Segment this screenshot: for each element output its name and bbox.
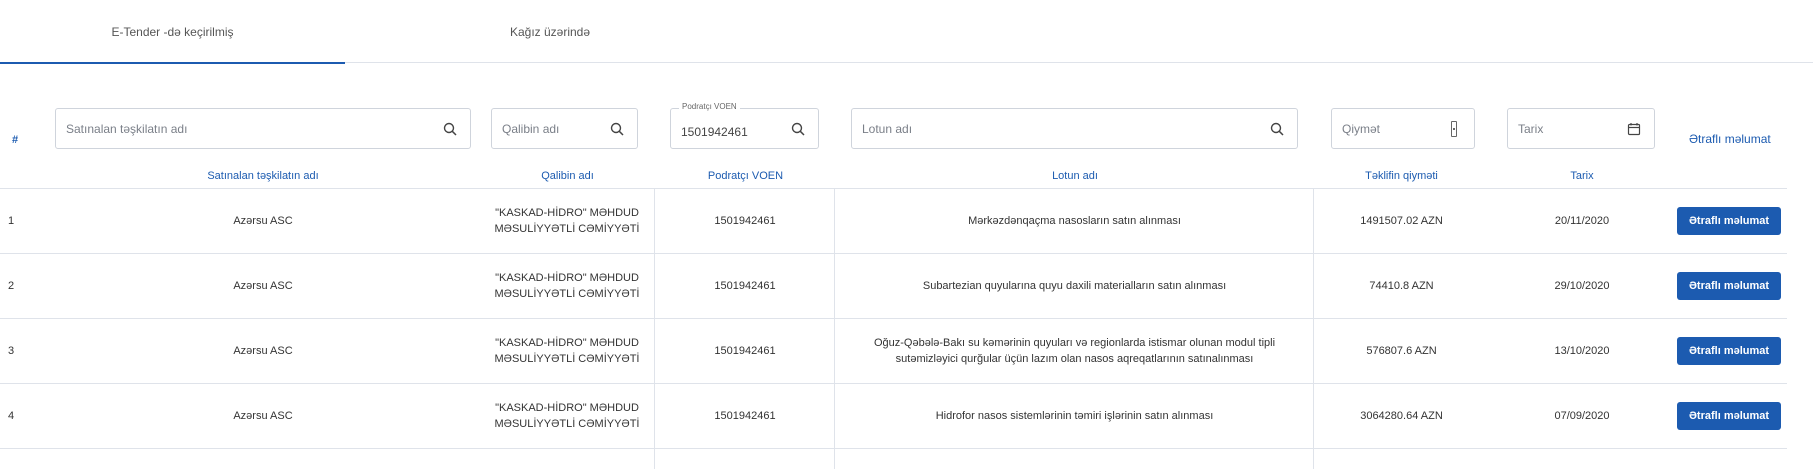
org-name: Azərsu ASC — [233, 410, 293, 422]
row-divider — [480, 449, 655, 469]
lot-search-input[interactable] — [862, 109, 1263, 148]
offer-price: 3064280.64 AZN — [1360, 410, 1443, 422]
table-row — [0, 449, 1787, 469]
table-row: 4 Azərsu ASC "KASKAD-HİDRO" MƏHDUD MƏSUL… — [0, 384, 1787, 449]
table-row: 1 Azərsu ASC "KASKAD-HİDRO" MƏHDUD MƏSUL… — [0, 189, 1787, 254]
price-filter — [1331, 108, 1475, 149]
lot-name: Oğuz-Qəbələ-Bakı su kəmərinin quyuları v… — [836, 319, 1314, 383]
date: 20/11/2020 — [1554, 215, 1610, 227]
date: 13/10/2020 — [1554, 345, 1610, 357]
winner-name: "KASKAD-HİDRO" MƏHDUD MƏSULİYYƏTLİ CƏMİY… — [480, 254, 655, 318]
details-button[interactable]: Ətraflı məlumat — [1677, 272, 1781, 300]
offer-price: 576807.6 AZN — [1366, 345, 1437, 357]
details-header-link[interactable]: Ətraflı məlumat — [1689, 132, 1771, 146]
row-number: 1 — [8, 215, 15, 227]
voen: 1501942461 — [656, 319, 835, 383]
tab-e-tender[interactable]: E-Tender -də keçirilmiş — [0, 0, 345, 64]
date: 07/09/2020 — [1554, 410, 1610, 422]
org-name: Azərsu ASC — [233, 280, 293, 292]
column-header-winner: Qalibin adı — [541, 170, 594, 182]
winner-name: "KASKAD-HİDRO" MƏHDUD MƏSULİYYƏTLİ CƏMİY… — [480, 319, 655, 383]
winner-search-input[interactable] — [502, 109, 603, 148]
voen-search-input[interactable] — [681, 115, 784, 148]
winner-name: "KASKAD-HİDRO" MƏHDUD MƏSULİYYƏTLİ CƏMİY… — [480, 189, 655, 253]
voen: 1501942461 — [656, 384, 835, 448]
voen: 1501942461 — [656, 189, 835, 253]
tab-paper[interactable]: Kağız üzərində — [345, 0, 755, 63]
column-header-org: Satınalan təşkilatın adı — [207, 170, 319, 182]
row-divider — [656, 449, 835, 469]
table-row: 2 Azərsu ASC "KASKAD-HİDRO" MƏHDUD MƏSUL… — [0, 254, 1787, 319]
button-cell: Ətraflı məlumat — [1676, 189, 1782, 253]
column-header-lot: Lotun adı — [1052, 170, 1098, 182]
details-button[interactable]: Ətraflı məlumat — [1677, 207, 1781, 235]
table-row: 3 Azərsu ASC "KASKAD-HİDRO" MƏHDUD MƏSUL… — [0, 319, 1787, 384]
button-cell: Ətraflı məlumat — [1676, 319, 1782, 383]
lot-name: Mərkəzdənqaçma nasosların satın alınması — [836, 189, 1314, 253]
voen-filter: Podratçı VOEN — [670, 102, 819, 149]
winner-name: "KASKAD-HİDRO" MƏHDUD MƏSULİYYƏTLİ CƏMİY… — [480, 384, 655, 448]
button-cell: Ətraflı məlumat — [1676, 254, 1782, 318]
calendar-icon[interactable] — [1626, 121, 1642, 137]
org-name: Azərsu ASC — [233, 345, 293, 357]
org-filter — [55, 108, 471, 149]
row-divider — [836, 449, 1314, 469]
price-input[interactable] — [1342, 109, 1440, 148]
row-number: 3 — [8, 345, 15, 357]
row-number-header: # — [12, 134, 19, 146]
column-header-price: Təklifin qiyməti — [1365, 170, 1438, 182]
voen: 1501942461 — [656, 254, 835, 318]
range-slider-icon[interactable] — [1446, 121, 1462, 137]
button-cell: Ətraflı məlumat — [1676, 384, 1782, 448]
search-icon[interactable] — [790, 121, 806, 137]
date-filter — [1507, 108, 1655, 149]
column-header-voen: Podratçı VOEN — [707, 170, 784, 182]
row-number: 2 — [8, 280, 15, 292]
org-name: Azərsu ASC — [233, 215, 293, 227]
column-header-date: Tarix — [1570, 170, 1594, 182]
lot-name: Hidrofor nasos sistemlərinin təmiri işlə… — [836, 384, 1314, 448]
search-icon[interactable] — [1269, 121, 1285, 137]
table-header: Satınalan təşkilatın adı Qalibin adı Pod… — [0, 166, 1787, 189]
date-input[interactable] — [1518, 109, 1620, 148]
voen-field-label: Podratçı VOEN — [679, 102, 740, 111]
offer-price: 74410.8 AZN — [1369, 280, 1434, 292]
lot-name: Subartezian quyularına quyu daxili mater… — [836, 254, 1314, 318]
date: 29/10/2020 — [1554, 280, 1610, 292]
row-number: 4 — [8, 410, 15, 422]
details-button[interactable]: Ətraflı məlumat — [1677, 402, 1781, 430]
search-icon[interactable] — [442, 121, 458, 137]
search-icon[interactable] — [609, 121, 625, 137]
offer-price: 1491507.02 AZN — [1360, 215, 1443, 227]
tab-bar: E-Tender -də keçirilmiş Kağız üzərində — [0, 0, 1813, 64]
org-search-input[interactable] — [66, 109, 436, 148]
winner-filter — [491, 108, 638, 149]
lot-filter — [851, 108, 1298, 149]
details-button[interactable]: Ətraflı məlumat — [1677, 337, 1781, 365]
